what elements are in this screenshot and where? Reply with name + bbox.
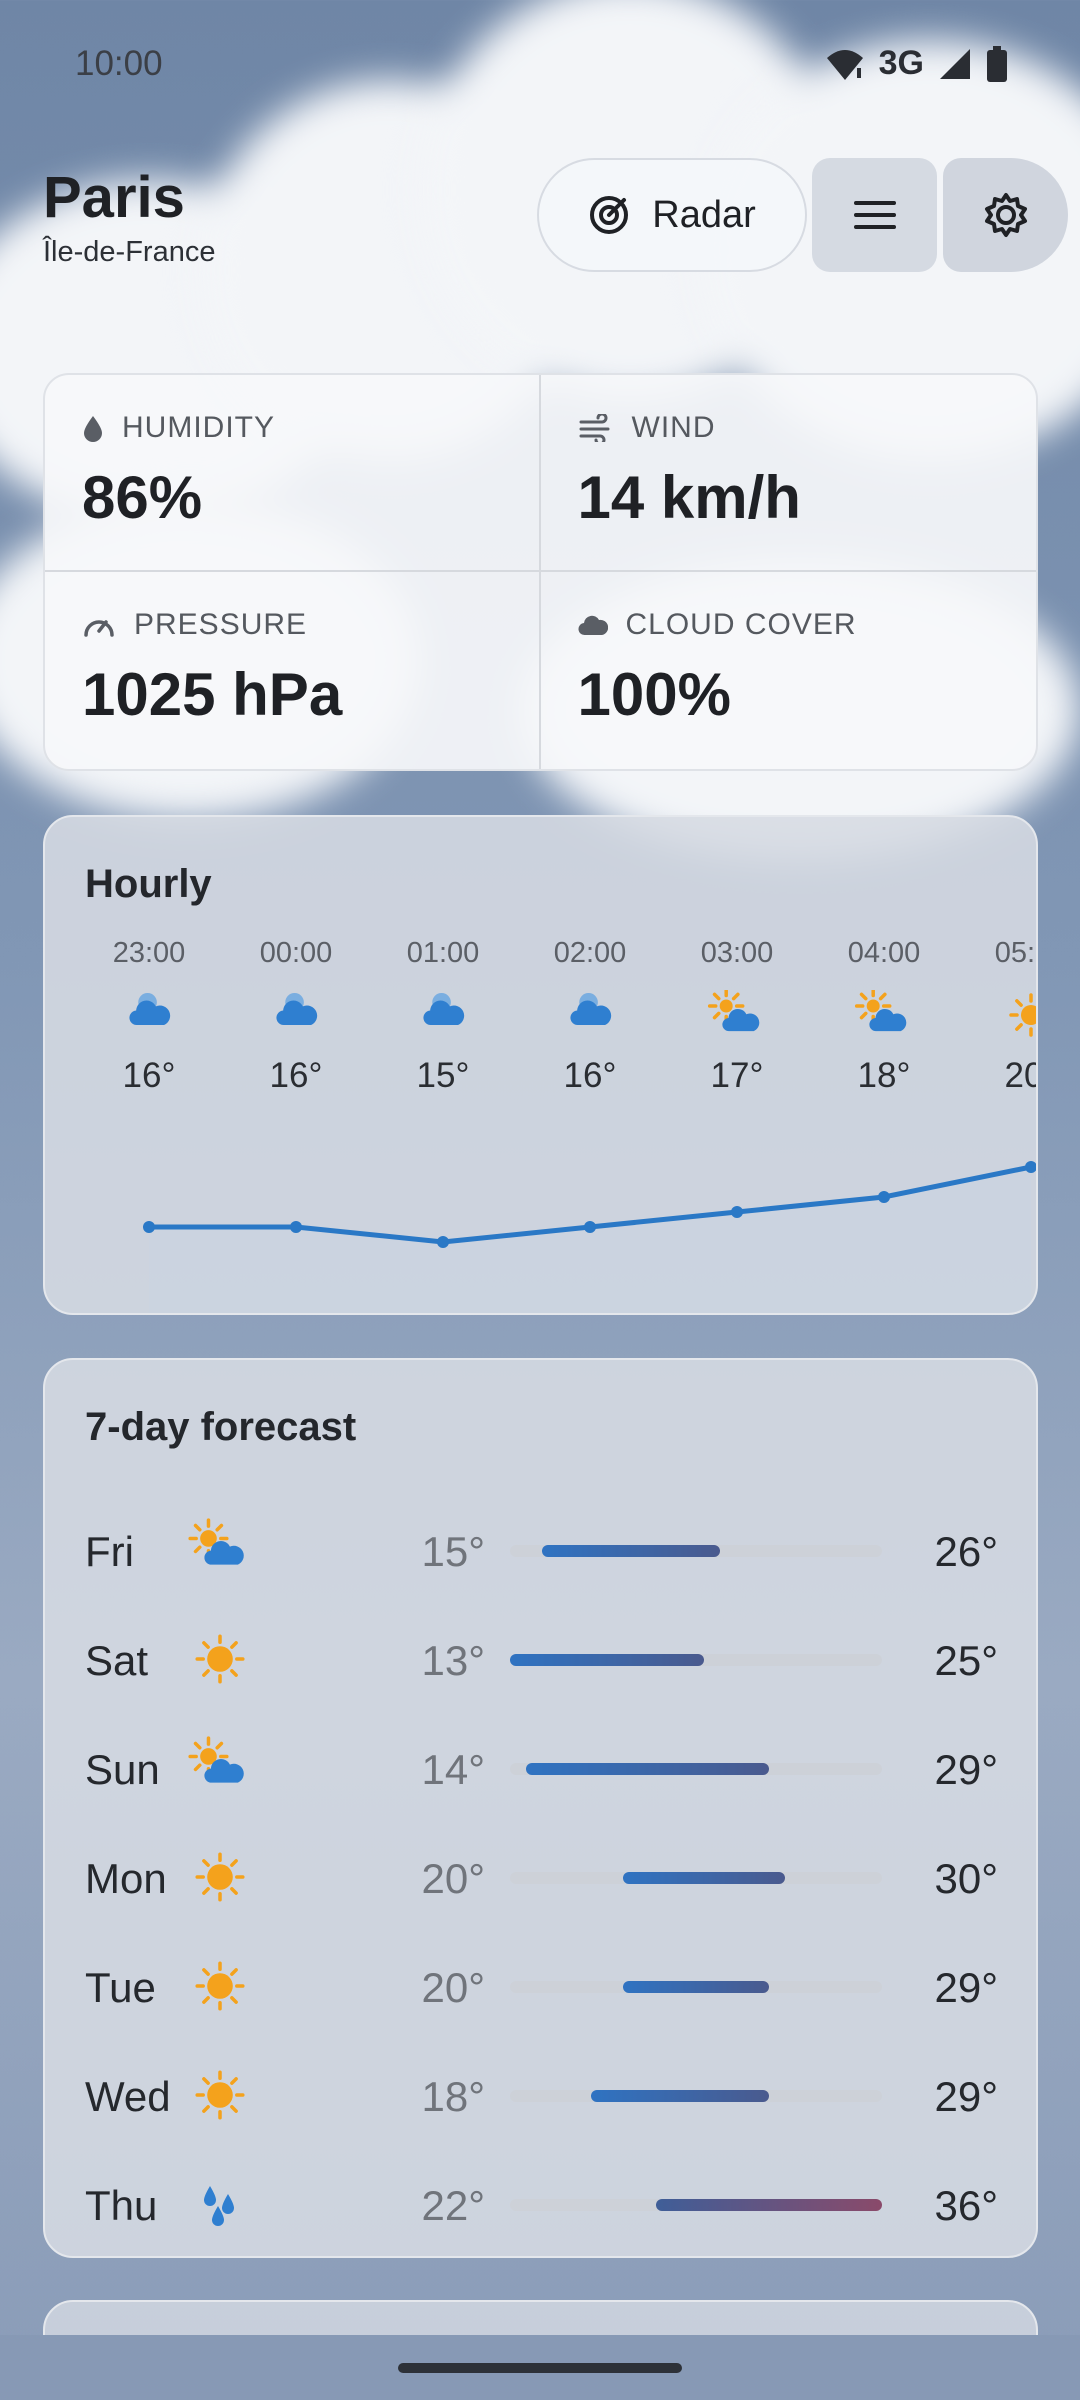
sunny-icon xyxy=(188,1954,252,2018)
sunny-icon xyxy=(188,1627,252,1691)
signal-icon xyxy=(940,48,970,79)
forecast-row: Sun 14° 29° xyxy=(45,1728,1036,1808)
temperature-range-bar xyxy=(542,1545,721,1557)
temperature-range-track xyxy=(510,1763,882,1775)
stat-label: HUMIDITY xyxy=(122,411,275,444)
hourly-temperature-point xyxy=(290,1221,302,1233)
status-icons: 3G xyxy=(825,44,1008,83)
hourly-temperature-point xyxy=(1025,1161,1036,1173)
forecast-row: Sat 13° 25° xyxy=(45,1619,1036,1699)
sunny-icon xyxy=(188,2063,252,2127)
wind-icon xyxy=(579,414,609,442)
hourly-temperature-point xyxy=(731,1206,743,1218)
forecast-low: 20° xyxy=(421,1964,485,2011)
menu-icon xyxy=(853,201,896,229)
stat-value: 100% xyxy=(577,661,731,728)
forecast-low: 13° xyxy=(421,1637,485,1684)
region-name: Île-de-France xyxy=(43,236,216,268)
stat-value: 86% xyxy=(82,464,203,531)
battery-icon xyxy=(987,45,1007,82)
stat-wind: WIND 14 km/h xyxy=(540,375,1036,572)
forecast-day: Wed xyxy=(85,2073,171,2120)
forecast-low: 14° xyxy=(421,1746,485,1793)
gauge-icon xyxy=(84,620,114,637)
temperature-range-track xyxy=(510,1654,882,1666)
stat-value: 14 km/h xyxy=(577,464,801,531)
forecast-high: 36° xyxy=(934,2182,998,2229)
forecast-row: Tue 20° 29° xyxy=(45,1946,1036,2026)
stat-label: PRESSURE xyxy=(134,608,308,641)
temperature-range-bar xyxy=(590,2090,769,2102)
forecast-row: Mon 20° 30° xyxy=(45,1837,1036,1917)
city-name: Paris xyxy=(43,165,185,230)
network-type: 3G xyxy=(878,44,924,82)
partly-cloudy-icon xyxy=(188,1518,252,1582)
radar-button[interactable]: Radar xyxy=(537,158,807,272)
forecast-day: Fri xyxy=(85,1528,134,1575)
weather-stats-grid: HUMIDITY 86% WIND 14 km/h PRESSURE 1025 … xyxy=(43,373,1038,771)
temperature-range-track xyxy=(510,1981,882,1993)
forecast-day: Sun xyxy=(85,1746,160,1793)
hourly-area xyxy=(149,1167,1031,1313)
forecast-row: Fri 15° 26° xyxy=(45,1510,1036,1590)
stat-value: 1025 hPa xyxy=(82,661,343,728)
gear-icon xyxy=(984,193,1027,237)
stat-cloud-cover: CLOUD COVER 100% xyxy=(541,572,1037,769)
temperature-range-bar xyxy=(510,1654,705,1666)
temperature-range-track xyxy=(510,1872,882,1884)
forecast-high: 26° xyxy=(934,1528,998,1575)
forecast-high: 30° xyxy=(934,1855,998,1902)
hourly-temperature-chart xyxy=(143,1161,1036,1313)
forecast-high: 29° xyxy=(934,1746,998,1793)
status-bar: 10:00 3G xyxy=(0,0,1080,130)
forecast-low: 15° xyxy=(421,1528,485,1575)
forecast-day: Tue xyxy=(85,1964,156,2011)
status-time: 10:00 xyxy=(75,44,163,83)
temperature-range-track xyxy=(510,2090,882,2102)
forecast-row: Wed 18° 29° xyxy=(45,2055,1036,2135)
stat-label: WIND xyxy=(631,411,716,444)
forecast-day: Mon xyxy=(85,1855,167,1902)
temperature-range-bar xyxy=(526,1763,769,1775)
forecast-high: 29° xyxy=(934,1964,998,2011)
sunny-icon xyxy=(188,1845,252,1909)
temperature-range-track xyxy=(510,2199,882,2211)
rain-icon xyxy=(188,2172,252,2236)
cloud-icon xyxy=(578,615,608,636)
forecast-day: Thu xyxy=(85,2182,158,2229)
hourly-temperature-point xyxy=(584,1221,596,1233)
partly-cloudy-icon xyxy=(188,1736,252,1800)
stat-label: CLOUD COVER xyxy=(625,608,857,641)
hourly-temperature-point xyxy=(437,1236,449,1248)
stat-pressure: PRESSURE 1025 hPa xyxy=(45,572,541,769)
radar-icon xyxy=(590,196,629,234)
forecast-row: Thu 22° 36° xyxy=(45,2164,1036,2244)
wifi-icon xyxy=(826,49,863,80)
menu-button[interactable] xyxy=(812,158,937,272)
temperature-range-track xyxy=(510,1545,882,1557)
hourly-card[interactable]: Hourly 23:00 16° 00:00 16° 01:00 15° 02:00 16° 0… xyxy=(43,815,1038,1315)
forecast-high: 29° xyxy=(934,2073,998,2120)
forecast-low: 20° xyxy=(421,1855,485,1902)
stat-humidity: HUMIDITY 86% xyxy=(45,375,541,572)
hourly-temperature-point xyxy=(878,1191,890,1203)
hourly-temperature-point xyxy=(143,1221,155,1233)
home-indicator[interactable] xyxy=(398,2363,682,2373)
radar-label: Radar xyxy=(652,193,756,236)
forecast-low: 18° xyxy=(421,2073,485,2120)
settings-button[interactable] xyxy=(943,158,1068,272)
forecast-day: Sat xyxy=(85,1637,149,1684)
forecast-card: 7-day forecast Fri 15° 26° Sat 13° 25° Sun 14° 2… xyxy=(43,1358,1038,2258)
droplet-icon xyxy=(84,416,102,442)
forecast-title: 7-day forecast xyxy=(85,1405,357,1449)
forecast-low: 22° xyxy=(421,2182,485,2229)
location-header: Paris Île-de-France Radar xyxy=(0,150,1080,300)
temperature-range-bar xyxy=(655,2199,882,2211)
temperature-range-bar xyxy=(623,1872,785,1884)
forecast-high: 25° xyxy=(934,1637,998,1684)
temperature-range-bar xyxy=(623,1981,769,1993)
